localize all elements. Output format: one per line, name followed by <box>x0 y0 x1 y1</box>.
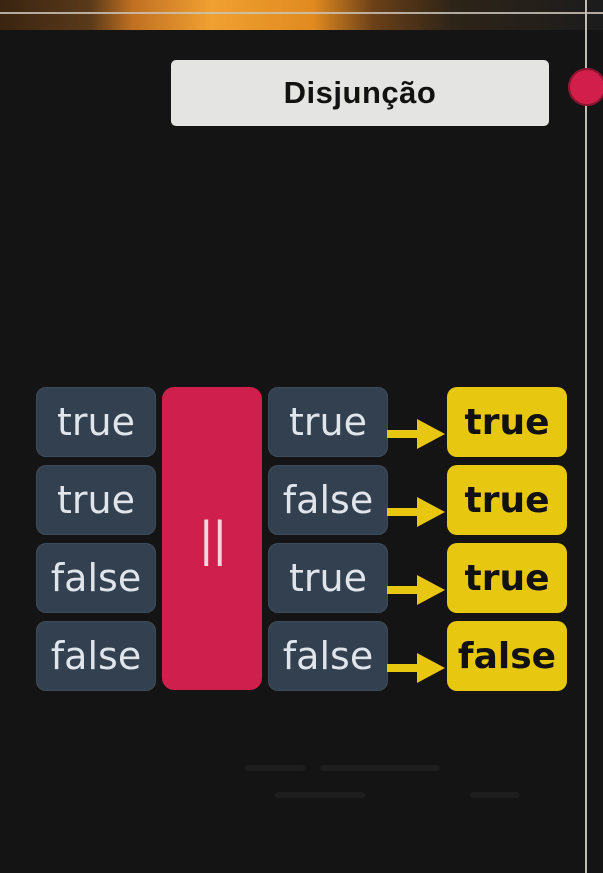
arrow-right-icon <box>387 653 445 683</box>
ghost-smudge <box>245 765 305 771</box>
result-row-3: true <box>447 543 567 613</box>
arrow-right-icon <box>387 419 445 449</box>
operand-a-row-2: true <box>36 465 156 535</box>
operand-b-row-3: true <box>268 543 388 613</box>
or-operator-block: || <box>162 387 262 690</box>
frame-border-line <box>585 0 587 873</box>
result-row-1: true <box>447 387 567 457</box>
operand-a-row-3: false <box>36 543 156 613</box>
ghost-smudge <box>470 792 520 798</box>
result-row-4: false <box>447 621 567 691</box>
arrow-right-icon <box>387 575 445 605</box>
arrow-right-icon <box>387 497 445 527</box>
operator-symbol: || <box>198 511 228 566</box>
ghost-smudge <box>320 765 440 771</box>
operand-a-row-1: true <box>36 387 156 457</box>
operand-b-row-1: true <box>268 387 388 457</box>
result-row-2: true <box>447 465 567 535</box>
top-video-strip <box>0 0 603 30</box>
operand-b-row-2: false <box>268 465 388 535</box>
ghost-smudge <box>275 792 365 798</box>
operand-a-row-4: false <box>36 621 156 691</box>
title-banner: Disjunção <box>171 60 549 126</box>
red-dot-indicator <box>568 68 603 106</box>
operand-b-row-4: false <box>268 621 388 691</box>
page-title: Disjunção <box>283 75 437 110</box>
